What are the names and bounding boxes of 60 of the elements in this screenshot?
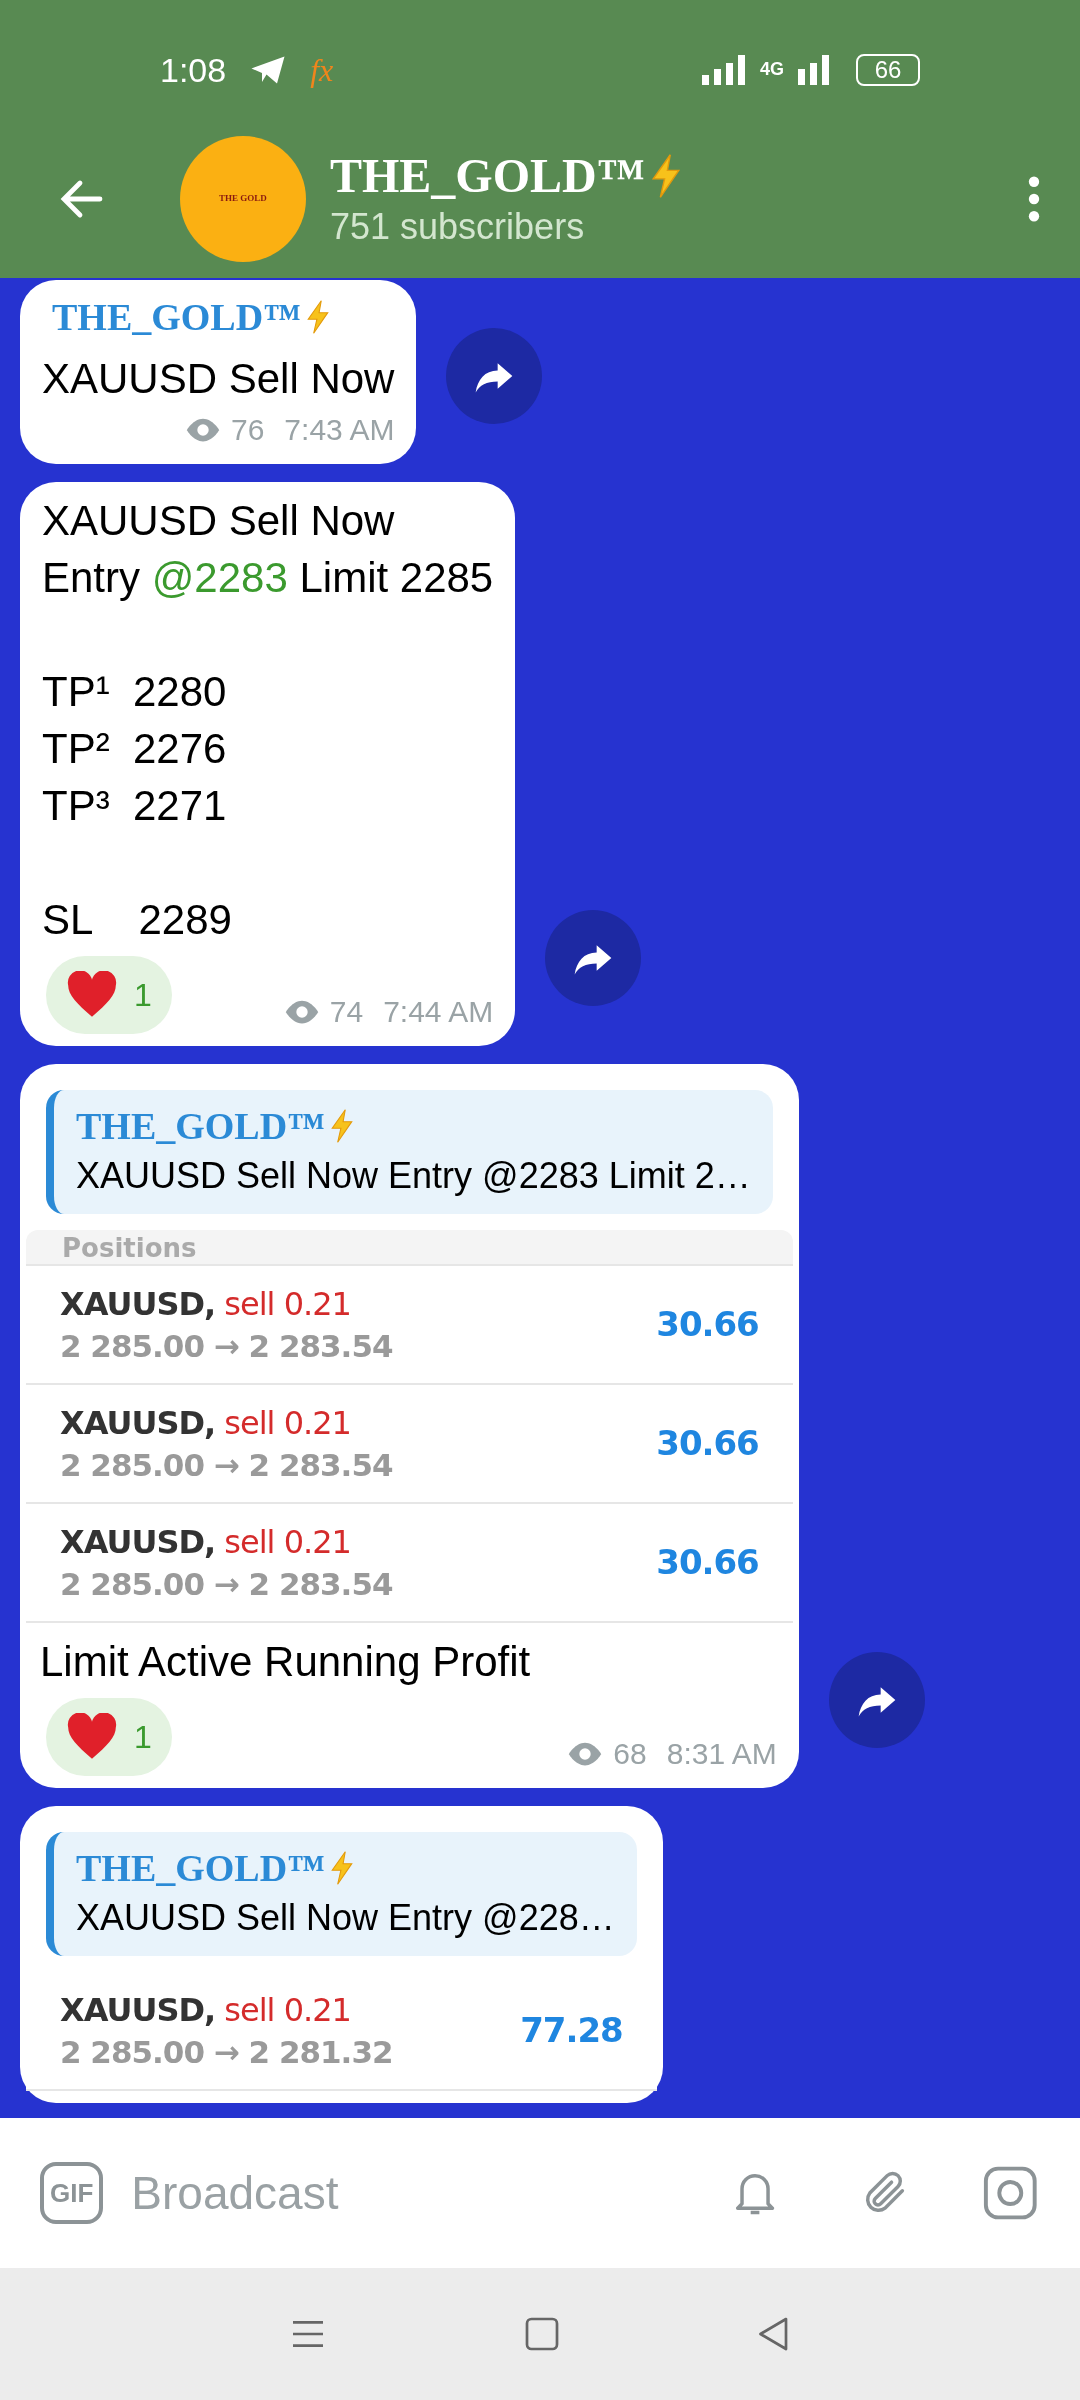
more-options-icon[interactable]	[1028, 176, 1040, 222]
channel-title: THE_GOLD™	[330, 148, 645, 204]
reply-preview[interactable]: THE_GOLD™ XAUUSD Sell Now Entry @228…	[46, 1832, 637, 1956]
message-time: 8:31 AM	[666, 1736, 777, 1772]
avatar-label: THE GOLD	[219, 192, 267, 206]
channel-name: THE_GOLD™	[52, 295, 302, 340]
message-text: Entry @2283 Limit 2285	[42, 553, 494, 603]
position-prices: 2 285.00 → 2 283.54	[60, 1326, 393, 1366]
message-text: XAUUSD Sell Now	[42, 496, 396, 546]
reaction-button[interactable]: 1	[46, 1698, 172, 1776]
subscriber-count: 751 subscribers	[330, 205, 586, 249]
position-symbol: XAUUSD,	[60, 1403, 216, 1442]
gif-button[interactable]: GIF	[40, 2162, 104, 2224]
lightning-icon	[329, 1107, 356, 1145]
message-text: XAUUSD Sell Now	[42, 354, 395, 404]
position-profit: 77.28	[520, 2009, 623, 2052]
position-symbol: XAUUSD,	[60, 1990, 216, 2029]
heart-icon	[66, 1713, 118, 1761]
home-square-icon[interactable]	[524, 2316, 560, 2352]
channel-avatar[interactable]: THE GOLD	[180, 136, 306, 262]
view-count: 74	[329, 994, 364, 1030]
app-notification-label: fx	[310, 51, 334, 90]
lightning-icon	[329, 1849, 356, 1887]
heart-icon	[66, 971, 118, 1019]
position-prices: 2 285.00 → 2 281.32	[60, 2032, 393, 2072]
position-side: sell 0.21	[224, 1990, 351, 2029]
reply-author: THE_GOLD™	[76, 1104, 326, 1149]
view-count: 76	[231, 412, 265, 448]
message-text: TP³ 2271	[42, 781, 228, 831]
battery-indicator: 66	[856, 54, 920, 86]
position-side: sell 0.21	[224, 1522, 351, 1561]
reaction-button[interactable]: 1	[46, 956, 172, 1034]
reply-text: XAUUSD Sell Now Entry @2283 Limit 2…	[76, 1154, 751, 1198]
position-symbol: XAUUSD,	[60, 1284, 216, 1323]
signal-icon	[702, 55, 746, 85]
reply-text: XAUUSD Sell Now Entry @228…	[76, 1896, 615, 1940]
position-side: sell 0.21	[224, 1284, 351, 1323]
position-prices: 2 285.00 → 2 283.54	[60, 1445, 393, 1485]
reply-preview[interactable]: THE_GOLD™ XAUUSD Sell Now Entry @2283 Limit 2…	[46, 1090, 773, 1214]
message-text: SL 2289	[42, 895, 233, 945]
position-symbol: XAUUSD,	[60, 1522, 216, 1561]
message-text: Limit Active Running Profit	[40, 1637, 532, 1687]
position-prices: 2 285.00 → 2 283.54	[60, 1564, 393, 1604]
clock: 1:08	[160, 49, 227, 91]
lightning-icon	[305, 298, 332, 336]
reply-author: THE_GOLD™	[76, 1846, 326, 1891]
signal-icon	[798, 55, 830, 85]
paper-plane-icon	[250, 55, 287, 85]
position-profit: 30.66	[656, 1303, 759, 1346]
message-text: TP¹ 2280	[42, 667, 228, 717]
position-profit: 30.66	[656, 1541, 759, 1584]
position-profit: 30.66	[656, 1422, 759, 1465]
message-time: 7:44 AM	[383, 994, 494, 1030]
positions-header: Positions	[26, 1230, 793, 1266]
network-type: 4G	[760, 58, 784, 81]
message-time: 7:43 AM	[284, 412, 395, 448]
message-input[interactable]: Broadcast	[131, 2158, 730, 2228]
position-side: sell 0.21	[224, 1403, 351, 1442]
message-text: TP² 2276	[42, 724, 228, 774]
view-count: 68	[613, 1736, 647, 1772]
